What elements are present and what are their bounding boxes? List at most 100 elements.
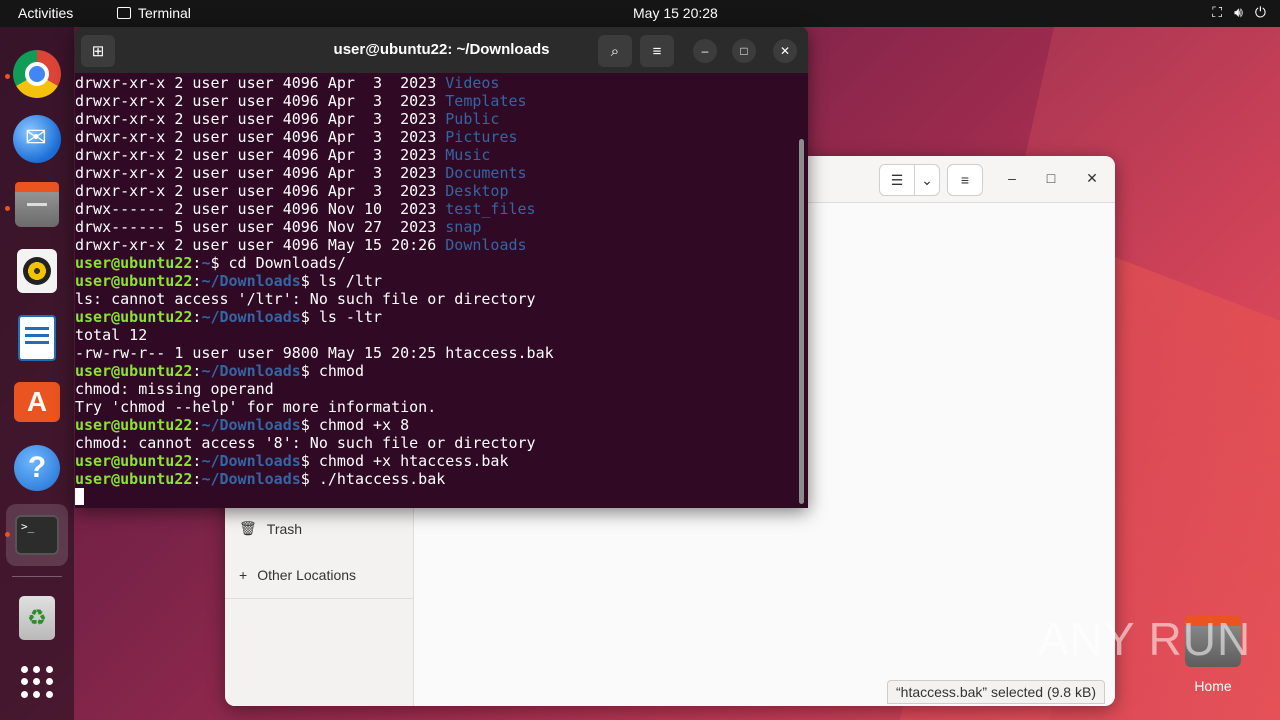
rhythmbox-icon: [17, 249, 57, 293]
plus-icon: +: [239, 567, 248, 583]
menu-button[interactable]: ≡: [947, 164, 983, 196]
dock-separator: [12, 576, 62, 577]
power-icon[interactable]: ⏻: [1255, 4, 1266, 21]
dock-writer[interactable]: [12, 313, 62, 363]
output-text: -rw-rw-r-- 1 user user 9800 May 15 20:25…: [75, 344, 554, 362]
maximize-button[interactable]: □: [1041, 170, 1061, 186]
view-options-button[interactable]: ⌄: [914, 164, 940, 196]
dock-trash[interactable]: ♻: [12, 593, 62, 643]
maximize-button[interactable]: □: [732, 39, 756, 63]
dock: A ? >_ ♻: [0, 27, 74, 720]
command-text: $ ls /ltr: [300, 272, 383, 290]
listing-meta: drwxr-xr-x 2 user user 4096 Apr 3 2023: [75, 110, 446, 128]
dock-app-center[interactable]: A: [12, 377, 62, 427]
files-icon: [15, 182, 59, 227]
directory-name: Pictures: [445, 128, 518, 146]
directory-name: test_files: [445, 200, 536, 218]
top-bar: Activities Terminal May 15 20:28 ⛶ 🔊︎ ⏻: [0, 0, 1280, 27]
trash-icon: 🗑︎: [239, 520, 257, 536]
command-text: $ chmod: [300, 362, 364, 380]
terminal-output[interactable]: drwxr-xr-x 2 user user 4096 Apr 3 2023 V…: [75, 74, 800, 508]
terminal-line: chmod: cannot access '8': No such file o…: [75, 434, 800, 452]
terminal-line: total 12: [75, 326, 800, 344]
sidebar-item-trash[interactable]: 🗑︎ Trash: [239, 520, 302, 537]
terminal-line: user@ubuntu22:~/Downloads$ ls -ltr: [75, 308, 800, 326]
activities-button[interactable]: Activities: [18, 5, 73, 21]
app-center-icon: A: [14, 382, 60, 422]
command-text: $ chmod +x htaccess.bak: [300, 452, 509, 470]
directory-name: Public: [445, 110, 500, 128]
directory-name: Documents: [445, 164, 527, 182]
view-list-button[interactable]: ☰: [879, 164, 915, 196]
scrollbar[interactable]: [799, 139, 804, 504]
dock-thunderbird[interactable]: [12, 114, 62, 164]
prompt-path: ~/Downloads: [201, 362, 301, 380]
prompt-user: user@ubuntu22: [75, 416, 193, 434]
dock-files[interactable]: [12, 182, 62, 232]
sidebar-item-label: Trash: [266, 520, 303, 537]
directory-name: Desktop: [445, 182, 509, 200]
terminal-line: chmod: missing operand: [75, 380, 800, 398]
command-text: $ ./htaccess.bak: [300, 470, 446, 488]
volume-icon[interactable]: 🔊︎: [1234, 4, 1243, 21]
output-text: chmod: cannot access '8': No such file o…: [75, 434, 536, 452]
dock-chrome[interactable]: [12, 49, 62, 99]
terminal-line: -rw-rw-r-- 1 user user 9800 May 15 20:25…: [75, 344, 800, 362]
prompt-path: ~/Downloads: [201, 308, 301, 326]
app-name: Terminal: [138, 5, 191, 21]
prompt-path: ~/Downloads: [201, 470, 301, 488]
search-button[interactable]: ⌕: [598, 35, 632, 67]
trash-icon: ♻: [19, 596, 55, 640]
listing-meta: drwxr-xr-x 2 user user 4096 Apr 3 2023: [75, 74, 446, 92]
close-button[interactable]: ✕: [773, 39, 797, 63]
prompt-path: ~/Downloads: [201, 272, 301, 290]
minimize-button[interactable]: –: [693, 39, 717, 63]
listing-meta: drwxr-xr-x 2 user user 4096 May 15 20:26: [75, 236, 446, 254]
dock-help[interactable]: ?: [12, 443, 62, 493]
selection-status: “htaccess.bak” selected (9.8 kB): [887, 680, 1105, 704]
listing-meta: drwx------ 5 user user 4096 Nov 27 2023: [75, 218, 446, 236]
directory-name: Music: [445, 146, 491, 164]
terminal-line: drwxr-xr-x 2 user user 4096 Apr 3 2023 V…: [75, 74, 800, 92]
terminal-line: drwxr-xr-x 2 user user 4096 Apr 3 2023 M…: [75, 146, 800, 164]
terminal-line: user@ubuntu22:~/Downloads$ chmod +x htac…: [75, 452, 800, 470]
minimize-button[interactable]: –: [1002, 170, 1022, 186]
listing-meta: drwxr-xr-x 2 user user 4096 Apr 3 2023: [75, 146, 446, 164]
prompt-path: ~/Downloads: [201, 416, 301, 434]
terminal-line: user@ubuntu22:~$ cd Downloads/: [75, 254, 800, 272]
network-icon[interactable]: ⛶: [1212, 4, 1222, 21]
terminal-line: user@ubuntu22:~/Downloads$ chmod +x 8: [75, 416, 800, 434]
terminal-line: drwxr-xr-x 2 user user 4096 Apr 3 2023 P…: [75, 128, 800, 146]
dock-rhythmbox[interactable]: [12, 246, 62, 296]
prompt-path: ~/Downloads: [201, 452, 301, 470]
directory-name: Videos: [445, 74, 500, 92]
command-text: $ ls -ltr: [300, 308, 383, 326]
prompt-user: user@ubuntu22: [75, 254, 193, 272]
terminal-line: drwx------ 5 user user 4096 Nov 27 2023 …: [75, 218, 800, 236]
prompt-user: user@ubuntu22: [75, 452, 193, 470]
terminal-line: drwxr-xr-x 2 user user 4096 Apr 3 2023 D…: [75, 164, 800, 182]
system-tray[interactable]: ⛶ 🔊︎ ⏻: [1212, 4, 1266, 21]
home-label[interactable]: Home: [1180, 678, 1246, 694]
sidebar-item-other-locations[interactable]: + Other Locations: [239, 567, 356, 583]
dock-terminal[interactable]: >_: [12, 510, 62, 560]
running-indicator: [5, 74, 10, 79]
cursor: [75, 488, 84, 505]
menu-button[interactable]: ≡: [640, 35, 674, 67]
thunderbird-icon: [13, 115, 61, 163]
terminal-line: drwxr-xr-x 2 user user 4096 Apr 3 2023 P…: [75, 110, 800, 128]
terminal-line: drwxr-xr-x 2 user user 4096 Apr 3 2023 T…: [75, 92, 800, 110]
watermark: ANY RUN: [1038, 613, 1252, 665]
terminal-line: ls: cannot access '/ltr': No such file o…: [75, 290, 800, 308]
terminal-line: user@ubuntu22:~/Downloads$ ls /ltr: [75, 272, 800, 290]
close-button[interactable]: ✕: [1082, 170, 1102, 187]
hamburger-icon: ≡: [652, 42, 662, 60]
dock-show-apps[interactable]: [12, 657, 62, 707]
running-indicator: [5, 532, 10, 537]
app-menu[interactable]: Terminal: [117, 5, 191, 21]
clock[interactable]: May 15 20:28: [633, 5, 718, 21]
output-text: total 12: [75, 326, 148, 344]
prompt-user: user@ubuntu22: [75, 272, 193, 290]
grid-icon: [21, 666, 53, 698]
directory-name: snap: [445, 218, 482, 236]
